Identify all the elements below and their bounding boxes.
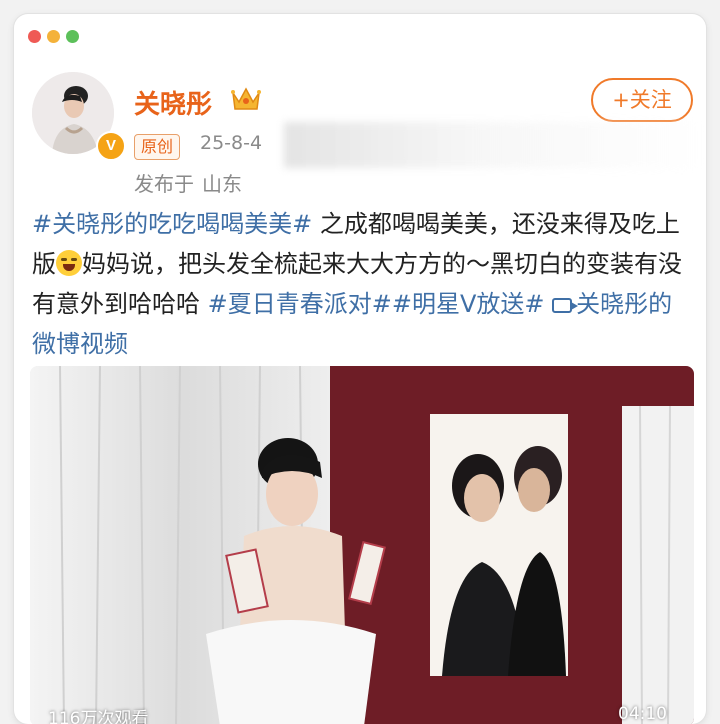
hashtag-link[interactable]: #关晓彤的吃吃喝喝美美# bbox=[32, 210, 312, 238]
video-icon bbox=[552, 298, 579, 313]
maximize-window-button[interactable] bbox=[66, 30, 79, 43]
minimize-window-button[interactable] bbox=[47, 30, 60, 43]
video-player[interactable] bbox=[30, 366, 694, 724]
author-name[interactable]: 关晓彤 bbox=[134, 84, 212, 121]
window-controls bbox=[28, 30, 79, 43]
blurred-region bbox=[284, 122, 704, 168]
original-badge: 原创 bbox=[134, 134, 181, 160]
close-window-button[interactable] bbox=[28, 30, 41, 43]
video-duration: 04:10 bbox=[618, 704, 667, 724]
view-count: 116万次观看 bbox=[48, 709, 149, 724]
crown-icon bbox=[231, 87, 261, 110]
location-prefix: 发布于 bbox=[134, 172, 194, 196]
laughing-face-emoji-icon bbox=[56, 250, 82, 276]
hashtag-link[interactable]: #明星V放送# bbox=[392, 290, 545, 318]
follow-button[interactable]: +关注 bbox=[591, 78, 693, 122]
post-location: 发布于 山东 bbox=[134, 168, 242, 197]
post-date: 25-8-4 bbox=[200, 132, 263, 154]
post-window: V 关晓彤 +关注 原创 25-8-4 发布于 山东 #关晓彤的吃吃喝喝美美# 之… bbox=[14, 14, 706, 724]
location-name: 山东 bbox=[202, 172, 242, 196]
hashtag-link[interactable]: #夏日青春派对# bbox=[208, 290, 392, 318]
v-badge-icon: V bbox=[96, 131, 126, 161]
post-content: #关晓彤的吃吃喝喝美美# 之成都喝喝美美，还没来得及吃上版 妈妈说，把头发全梳起来… bbox=[32, 204, 692, 364]
content-text bbox=[545, 290, 553, 318]
